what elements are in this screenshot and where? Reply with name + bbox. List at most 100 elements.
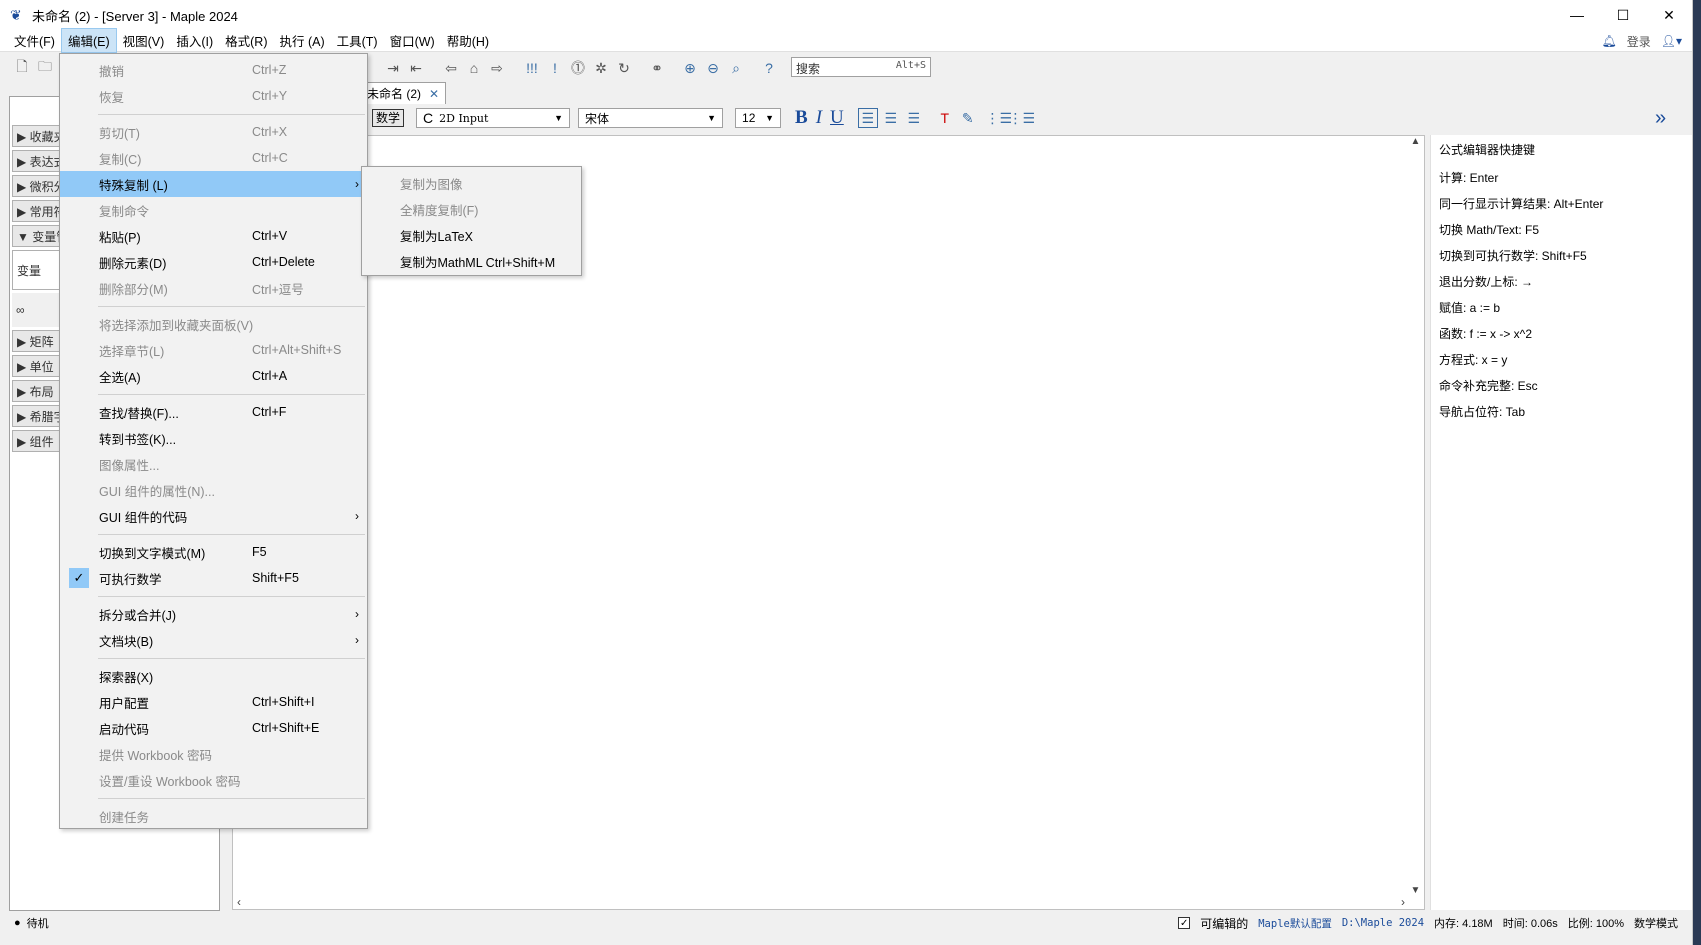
interrupt-icon[interactable]: ⓵ — [568, 58, 588, 78]
execute-all-icon[interactable]: !!! — [522, 58, 542, 78]
menu-item-gui-code[interactable]: GUI 组件的代码 › — [60, 503, 367, 529]
menu-help[interactable]: 帮助(H) — [441, 29, 495, 52]
menu-file[interactable]: 文件(F) — [8, 29, 61, 52]
status-dot-icon: ● — [14, 917, 21, 929]
menu-item-select-all[interactable]: 全选(A) Ctrl+A — [60, 363, 367, 389]
italic-button[interactable]: I — [816, 107, 822, 129]
menu-format[interactable]: 格式(R) — [219, 29, 273, 52]
menu-item-explorer[interactable]: 探索器(X) — [60, 663, 367, 689]
back-arrow-icon[interactable]: ⇦ — [441, 58, 461, 78]
submenu-item-copy-mathml[interactable]: 复制为MathML Ctrl+Shift+M — [362, 248, 581, 274]
scroll-down-icon[interactable]: ▼ — [1411, 885, 1421, 896]
menu-item-user-profile[interactable]: 用户配置 Ctrl+Shift+I — [60, 689, 367, 715]
tab-untitled-2[interactable]: 未命名 (2) ✕ — [360, 82, 447, 104]
menu-insert[interactable]: 插入(I) — [170, 29, 219, 52]
font-size-value: 12 — [742, 111, 756, 125]
submenu-arrow-icon: › — [355, 177, 359, 191]
maximize-button[interactable]: ☐ — [1600, 0, 1646, 30]
menu-item-create-task[interactable]: 创建任务 — [60, 803, 367, 829]
shortcut-line: 函数: f := x -> x^2 — [1439, 327, 1532, 341]
menu-evaluate[interactable]: 执行 (A) — [273, 29, 330, 52]
menu-window[interactable]: 窗口(W) — [384, 29, 441, 52]
scroll-left-icon[interactable]: ‹ — [237, 895, 241, 909]
font-select[interactable]: 宋体 ▼ — [578, 108, 724, 128]
underline-button[interactable]: U — [830, 107, 844, 129]
submenu-item-copy-latex[interactable]: 复制为LaTeX — [362, 222, 581, 248]
editable-checkbox[interactable]: ✓ — [1178, 917, 1191, 929]
menu-item-switch-text-mode[interactable]: 切换到文字模式(M) F5 — [60, 539, 367, 565]
menu-item-copy[interactable]: 复制(C) Ctrl+C — [60, 145, 367, 171]
shortcut-line: 导航占位符: Tab — [1439, 405, 1526, 419]
user-icon[interactable]: 👤︎▾ — [1661, 34, 1682, 48]
horizontal-scrollbar[interactable]: ‹ › — [233, 894, 1409, 909]
menu-item-document-blocks[interactable]: 文档块(B) › — [60, 627, 367, 653]
close-tab-icon[interactable]: ✕ — [429, 87, 439, 101]
menu-item-delete-element[interactable]: 删除元素(D) Ctrl+Delete — [60, 249, 367, 275]
menu-view[interactable]: 视图(V) — [117, 29, 171, 52]
indent-icon[interactable]: ⇥ — [383, 58, 403, 78]
menu-item-goto-bookmark[interactable]: 转到书签(K)... — [60, 425, 367, 451]
shortcut-line: 赋值: a := b — [1439, 301, 1501, 315]
align-left-icon[interactable]: ☰ — [857, 108, 878, 128]
align-right-icon[interactable]: ☰ — [904, 108, 924, 128]
profile-link[interactable]: Maple默认配置 — [1258, 916, 1332, 931]
zoom-in-icon[interactable]: ⊕ — [680, 58, 700, 78]
bold-button[interactable]: B — [795, 107, 808, 129]
close-button[interactable]: ✕ — [1646, 0, 1692, 30]
math-mode-button[interactable]: 数学 — [372, 109, 405, 127]
execute-icon[interactable]: ! — [545, 58, 565, 78]
shortcut-line: 同一行显示计算结果: Alt+Enter — [1439, 197, 1604, 211]
font-size-select[interactable]: 12 ▼ — [735, 108, 782, 128]
link-icon[interactable]: ⚭ — [647, 58, 667, 78]
zoom-fit-icon[interactable]: ⌕ — [726, 58, 746, 78]
shortcut-line: 方程式: x = y — [1439, 353, 1508, 367]
zoom-out-icon[interactable]: ⊖ — [703, 58, 723, 78]
numbered-list-icon[interactable]: ⋮☰ — [1008, 108, 1035, 128]
menu-item-copy-special[interactable]: 特殊复制 (L) › — [60, 171, 367, 197]
vertical-scrollbar[interactable]: ▲ ▼ — [1407, 136, 1424, 896]
menu-item-gui-properties[interactable]: GUI 组件的属性(N)... — [60, 477, 367, 503]
bell-icon[interactable]: 🔔︎ — [1601, 34, 1616, 48]
input-type-select[interactable]: C 2D Input ▼ — [416, 108, 571, 128]
path-link[interactable]: D:\Maple 2024 — [1342, 917, 1424, 929]
menu-item-undo[interactable]: 撤销 Ctrl+Z — [60, 57, 367, 83]
help-icon[interactable]: ? — [759, 58, 779, 78]
scroll-right-icon[interactable]: › — [1401, 895, 1405, 909]
search-input[interactable]: 搜索 Alt+S — [791, 57, 931, 77]
debug-icon[interactable]: ✲ — [591, 58, 611, 78]
checkmark-icon: ✓ — [69, 568, 89, 588]
home-icon[interactable]: ⌂ — [464, 58, 484, 78]
format-toolbar: 数学 C 2D Input ▼ 宋体 ▼ 12 ▼ B I U ☰ ☰ ☰ T … — [220, 104, 1692, 132]
menu-item-delete-section[interactable]: 删除部分(M) Ctrl+逗号 — [60, 275, 367, 301]
submenu-item-copy-full-precision[interactable]: 全精度复制(F) — [362, 196, 581, 222]
menu-edit[interactable]: 编辑(E) — [60, 28, 117, 53]
align-center-icon[interactable]: ☰ — [881, 108, 901, 128]
menu-item-image-properties[interactable]: 图像属性... — [60, 451, 367, 477]
menu-item-redo[interactable]: 恢复 Ctrl+Y — [60, 83, 367, 109]
open-folder-icon[interactable]: 🗀 — [35, 58, 55, 78]
menu-item-find-replace[interactable]: 查找/替换(F)... Ctrl+F — [60, 399, 367, 425]
menu-item-split-join[interactable]: 拆分或合并(J) › — [60, 601, 367, 627]
menu-item-set-password[interactable]: 设置/重设 Workbook 密码 — [60, 767, 367, 793]
scroll-up-icon[interactable]: ▲ — [1411, 136, 1421, 147]
forward-arrow-icon[interactable]: ⇨ — [487, 58, 507, 78]
menu-item-copy-command[interactable]: 复制命令 — [60, 197, 367, 223]
menu-tools[interactable]: 工具(T) — [331, 29, 384, 52]
highlight-pen-icon[interactable]: ✎ — [958, 108, 978, 128]
login-link[interactable]: 登录 — [1627, 33, 1651, 50]
collapse-panel-icon[interactable]: » — [1655, 107, 1666, 130]
menu-item-paste[interactable]: 粘贴(P) Ctrl+V — [60, 223, 367, 249]
new-document-icon[interactable]: 🗋 — [12, 58, 32, 78]
menu-item-select-section[interactable]: 选择章节(L) Ctrl+Alt+Shift+S — [60, 337, 367, 363]
outdent-icon[interactable]: ⇤ — [406, 58, 426, 78]
menu-item-cut[interactable]: 剪切(T) Ctrl+X — [60, 119, 367, 145]
menu-item-executable-math[interactable]: ✓ 可执行数学 Shift+F5 — [60, 565, 367, 591]
minimize-button[interactable]: — — [1554, 0, 1600, 30]
restart-icon[interactable]: ↻ — [614, 58, 634, 78]
bullet-list-icon[interactable]: ⋮☰ — [985, 108, 1012, 128]
menu-item-startup-code[interactable]: 启动代码 Ctrl+Shift+E — [60, 715, 367, 741]
text-color-icon[interactable]: T — [935, 108, 955, 128]
menu-item-provide-password[interactable]: 提供 Workbook 密码 — [60, 741, 367, 767]
menu-item-add-to-favorites[interactable]: 将选择添加到收藏夹面板(V) — [60, 311, 367, 337]
submenu-item-copy-image[interactable]: 复制为图像 — [362, 170, 581, 196]
